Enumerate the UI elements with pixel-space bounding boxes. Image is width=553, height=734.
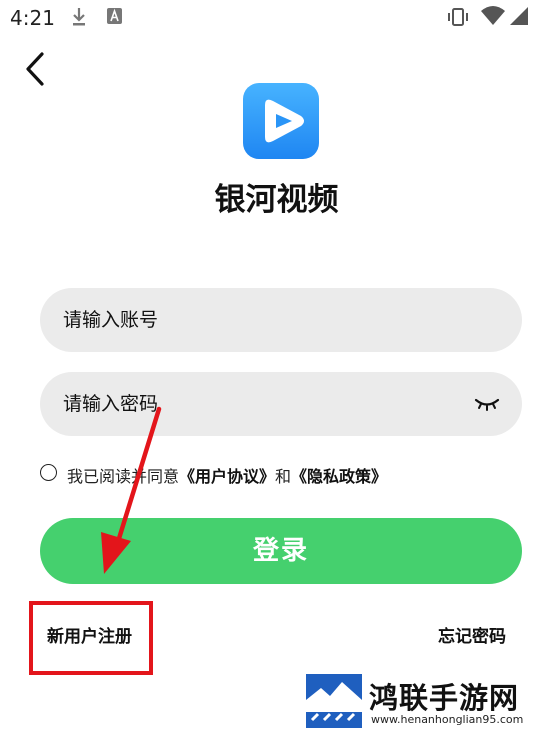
watermark-url: www.henanhonglian95.com (371, 713, 524, 726)
annotation-arrow (101, 406, 162, 574)
watermark-name: 鸿联手游网 (369, 681, 520, 715)
watermark-logo (306, 674, 362, 728)
